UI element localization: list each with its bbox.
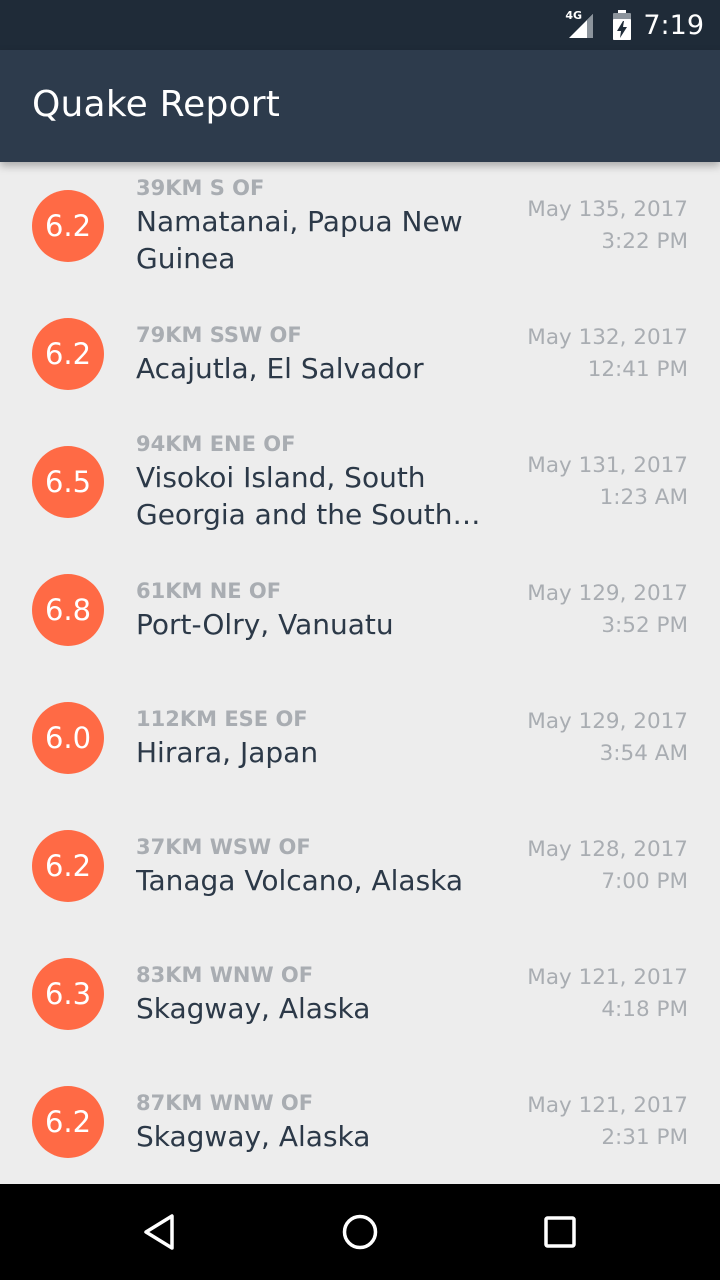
earthquake-list[interactable]: 6.2 39km S of Namatanai, Papua New Guine…	[0, 162, 720, 1184]
triangle-back-icon	[144, 1214, 174, 1250]
location-block: 39km S of Namatanai, Papua New Guinea	[136, 162, 486, 290]
primary-location: Namatanai, Papua New Guinea	[136, 205, 463, 275]
quake-date: May 132, 2017	[527, 325, 688, 350]
recents-button[interactable]	[530, 1202, 590, 1262]
magnitude-circle: 6.2	[32, 830, 104, 902]
quake-date: May 121, 2017	[527, 965, 688, 990]
location-block: 94km ENE of Visokoi Island, South Georgi…	[136, 418, 486, 546]
location-offset: 94km ENE of	[136, 432, 296, 456]
quake-time: 7:00 PM	[601, 869, 688, 894]
quake-date: May 121, 2017	[527, 1093, 688, 1118]
location-block: 87km WNW of Skagway, Alaska	[136, 1058, 486, 1184]
date-time-block: May 132, 2017 12:41 PM	[527, 290, 688, 418]
location-offset: 87km WNW of	[136, 1090, 314, 1115]
location-block: 37km WSW of Tanaga Volcano, Alaska	[136, 802, 486, 930]
magnitude-circle: 6.0	[32, 702, 104, 774]
location-block: 61km NE of Port-Olry, Vanuatu	[136, 546, 486, 674]
earthquake-list-item[interactable]: 6.5 94km ENE of Visokoi Island, South Ge…	[0, 418, 720, 546]
quake-date: May 129, 2017	[527, 581, 688, 606]
magnitude-circle: 6.5	[32, 446, 104, 518]
magnitude-circle: 6.8	[32, 574, 104, 646]
primary-location: Skagway, Alaska	[136, 1119, 371, 1153]
date-time-block: May 131, 2017 1:23 AM	[527, 418, 688, 546]
location-offset: 39km S of	[136, 176, 265, 200]
date-time-block: May 121, 2017 4:18 PM	[527, 930, 688, 1058]
status-clock: 7:19	[643, 9, 704, 41]
magnitude-circle: 6.2	[32, 318, 104, 390]
quake-date: May 131, 2017	[527, 453, 688, 478]
location-offset: 112km ESE of	[136, 706, 308, 731]
date-time-block: May 121, 2017 2:31 PM	[527, 1058, 688, 1184]
primary-location: Port-Olry, Vanuatu	[136, 607, 394, 641]
location-block: 83km WNW of Skagway, Alaska	[136, 930, 486, 1058]
location-block: 79km SSW of Acajutla, El Salvador	[136, 290, 486, 418]
signal-icon: 4G	[563, 9, 601, 40]
magnitude-circle: 6.3	[32, 958, 104, 1030]
quake-date: May 129, 2017	[527, 709, 688, 734]
app-title: Quake Report	[32, 84, 281, 125]
primary-location: Skagway, Alaska	[136, 991, 371, 1025]
earthquake-list-item[interactable]: 6.8 61km NE of Port-Olry, Vanuatu May 12…	[0, 546, 720, 674]
magnitude-circle: 6.2	[32, 190, 104, 262]
earthquake-list-item[interactable]: 6.2 79km SSW of Acajutla, El Salvador Ma…	[0, 290, 720, 418]
location-offset: 37km WSW of	[136, 834, 311, 859]
quake-date: May 135, 2017	[527, 197, 688, 222]
primary-location: Acajutla, El Salvador	[136, 351, 424, 385]
date-time-block: May 129, 2017 3:54 AM	[527, 674, 688, 802]
quake-date: May 128, 2017	[527, 837, 688, 862]
location-offset: 61km NE of	[136, 578, 282, 603]
location-offset: 79km SSW of	[136, 322, 302, 347]
navigation-bar	[0, 1184, 720, 1280]
primary-location: Tanaga Volcano, Alaska	[136, 863, 464, 897]
app-bar: Quake Report	[0, 50, 720, 162]
status-icons: 4G 7:19	[563, 0, 704, 50]
earthquake-list-item[interactable]: 6.2 39km S of Namatanai, Papua New Guine…	[0, 162, 720, 290]
earthquake-list-item[interactable]: 6.2 87km WNW of Skagway, Alaska May 121,…	[0, 1058, 720, 1184]
primary-location: Hirara, Japan	[136, 735, 319, 769]
magnitude-circle: 6.2	[32, 1086, 104, 1158]
earthquake-list-item[interactable]: 6.2 37km WSW of Tanaga Volcano, Alaska M…	[0, 802, 720, 930]
circle-home-icon	[342, 1214, 378, 1250]
location-offset: 83km WNW of	[136, 962, 314, 987]
home-button[interactable]	[330, 1202, 390, 1262]
quake-time: 4:18 PM	[601, 997, 688, 1022]
battery-icon	[611, 9, 633, 41]
date-time-block: May 128, 2017 7:00 PM	[527, 802, 688, 930]
date-time-block: May 135, 2017 3:22 PM	[527, 162, 688, 290]
quake-time: 2:31 PM	[601, 1125, 688, 1150]
square-recents-icon	[544, 1216, 576, 1248]
earthquake-list-item[interactable]: 6.0 112km ESE of Hirara, Japan May 129, …	[0, 674, 720, 802]
quake-time: 1:23 AM	[599, 485, 688, 510]
quake-time: 12:41 PM	[587, 357, 688, 382]
primary-location: Visokoi Island, South Georgia and the So…	[136, 461, 453, 531]
quake-time: 3:22 PM	[601, 229, 688, 254]
status-bar: 4G 7:19	[0, 0, 720, 50]
date-time-block: May 129, 2017 3:52 PM	[527, 546, 688, 674]
back-button[interactable]	[130, 1202, 190, 1262]
earthquake-list-item[interactable]: 6.3 83km WNW of Skagway, Alaska May 121,…	[0, 930, 720, 1058]
quake-time: 3:52 PM	[601, 613, 688, 638]
quake-time: 3:54 AM	[599, 741, 688, 766]
location-block: 112km ESE of Hirara, Japan	[136, 674, 486, 802]
network-type-label: 4G	[565, 9, 583, 22]
